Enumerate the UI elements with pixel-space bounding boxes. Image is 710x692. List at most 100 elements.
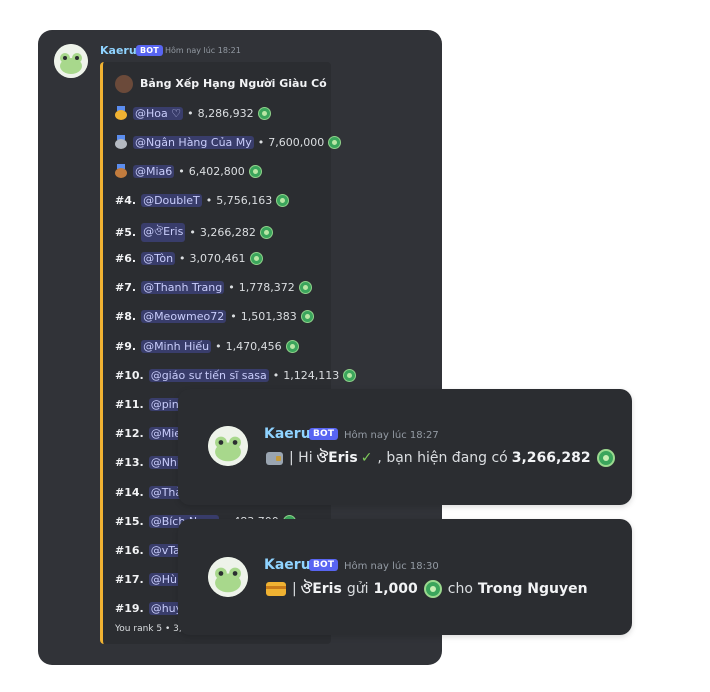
rank-number: #16. bbox=[115, 544, 144, 557]
rank-number: #9. bbox=[115, 339, 137, 353]
rank-number: #15. bbox=[115, 514, 144, 528]
bot-badge: BOT bbox=[309, 428, 339, 440]
separator: • bbox=[272, 368, 280, 382]
balance-amount: 1,501,383 bbox=[240, 310, 297, 324]
user-mention[interactable]: @Meowmeo72 bbox=[141, 310, 227, 324]
kaeru-avatar[interactable] bbox=[54, 44, 88, 78]
leaderboard-row: @Ngân Hàng Của My • 7,600,000 bbox=[115, 135, 342, 150]
rank-number: #5. bbox=[115, 225, 137, 239]
leaderboard-row: @Mia6 • 6,402,800 bbox=[115, 164, 262, 179]
balance-amount: 1,470,456 bbox=[225, 339, 282, 353]
leaderboard-row: #4. @DoubleT • 5,756,163 bbox=[115, 193, 290, 207]
silver-medal-icon bbox=[115, 135, 127, 150]
separator: • bbox=[189, 225, 196, 239]
timestamp: Hôm nay lúc 18:30 bbox=[344, 561, 439, 572]
bot-badge: BOT bbox=[136, 45, 163, 56]
balance-amount: 1,124,113 bbox=[283, 368, 340, 382]
separator: • bbox=[178, 164, 185, 178]
embed-title: Bảng Xếp Hạng Người Giàu Có bbox=[140, 77, 327, 90]
kaeru-avatar[interactable] bbox=[208, 426, 248, 466]
separator: • bbox=[215, 339, 222, 353]
leaderboard-row: #9. @Minh Hiếu • 1,470,456 bbox=[115, 339, 299, 353]
balance-amount: 5,756,163 bbox=[216, 193, 273, 207]
balance-amount: 3,266,282 bbox=[511, 450, 591, 466]
user-mention[interactable]: @Ngân Hàng Của My bbox=[133, 135, 254, 149]
rank-number: #14. bbox=[115, 485, 144, 499]
user-mention[interactable]: @ঔEris bbox=[141, 222, 186, 242]
coin-icon bbox=[285, 339, 299, 353]
kaeru-avatar[interactable] bbox=[208, 557, 248, 597]
balance-text: | Hi ঔEris ✓ , bạn hiện đang có 3,266,28… bbox=[266, 446, 615, 470]
wallet-icon bbox=[266, 451, 283, 465]
rank-number: #10. bbox=[115, 368, 144, 382]
coin-icon bbox=[298, 281, 312, 295]
message-prefix: | bbox=[292, 581, 297, 597]
coin-icon bbox=[248, 164, 262, 178]
user-mention[interactable]: @Tòn bbox=[141, 252, 176, 265]
coin-icon bbox=[257, 106, 271, 120]
transfer-text: | ঔEris gửi 1,000 cho Trong Nguyen bbox=[266, 577, 588, 601]
rank-number: #19. bbox=[115, 602, 144, 616]
coin-icon bbox=[276, 193, 290, 207]
balance-message: Kaeru BOT Hôm nay lúc 18:27 | Hi ঔEris ✓… bbox=[178, 389, 632, 505]
frog-icon bbox=[54, 44, 88, 78]
coin-icon bbox=[423, 580, 442, 598]
user-mention[interactable]: @Mia6 bbox=[133, 164, 175, 178]
rank-number: #8. bbox=[115, 310, 137, 324]
balance-amount: 3,266,282 bbox=[199, 225, 256, 239]
leaderboard-row: #7. @Thanh Trang • 1,778,372 bbox=[115, 281, 312, 295]
separator: • bbox=[228, 281, 235, 295]
user-mention[interactable]: @DoubleT bbox=[141, 193, 202, 207]
gold-medal-icon bbox=[115, 106, 127, 120]
user-name: ঔEris bbox=[316, 450, 358, 466]
user-mention[interactable]: @Minh Hiếu bbox=[141, 339, 212, 353]
separator: • bbox=[230, 310, 237, 324]
frog-icon bbox=[208, 557, 248, 597]
coin-icon bbox=[259, 225, 273, 239]
leaderboard-row: #6. @Tòn • 3,070,461 bbox=[115, 252, 263, 265]
timestamp: Hôm nay lúc 18:27 bbox=[344, 430, 439, 441]
user-mention[interactable]: @Thanh Trang bbox=[141, 281, 225, 295]
rank-number: #17. bbox=[115, 573, 144, 587]
sender-name: ঔEris bbox=[300, 581, 342, 597]
coin-icon bbox=[343, 368, 357, 382]
leaderboard-row: #10. @giáo sư tiến sĩ sasa • 1,124,113 bbox=[115, 368, 357, 382]
bot-badge: BOT bbox=[309, 559, 339, 571]
credit-card-icon bbox=[266, 582, 286, 596]
embed-author-icon bbox=[115, 75, 133, 93]
user-mention[interactable]: @Hoa ♡ bbox=[133, 106, 184, 120]
timestamp: Hôm nay lúc 18:21 bbox=[165, 46, 241, 55]
coin-icon bbox=[328, 135, 342, 149]
leaderboard-row: #5. @ঔEris • 3,266,282 bbox=[115, 222, 273, 242]
leaderboard-row: @Hoa ♡ • 8,286,932 bbox=[115, 106, 271, 120]
transfer-message: Kaeru BOT Hôm nay lúc 18:30 | ঔEris gửi … bbox=[178, 519, 632, 635]
rank-number: #4. bbox=[115, 193, 137, 207]
separator: • bbox=[187, 106, 194, 120]
separator: • bbox=[257, 135, 265, 149]
author-name[interactable]: Kaeru bbox=[264, 557, 311, 573]
rank-number: #6. bbox=[115, 252, 137, 265]
author-name[interactable]: Kaeru bbox=[100, 44, 137, 57]
balance-amount: 8,286,932 bbox=[197, 106, 254, 120]
author-name[interactable]: Kaeru bbox=[264, 426, 311, 442]
rank-number: #12. bbox=[115, 427, 144, 441]
coin-icon bbox=[596, 449, 615, 467]
frog-icon bbox=[208, 426, 248, 466]
transfer-amount: 1,000 bbox=[373, 581, 418, 597]
coin-icon bbox=[300, 310, 314, 324]
user-mention[interactable]: @giáo sư tiến sĩ sasa bbox=[148, 368, 269, 382]
receiver-name: Trong Nguyen bbox=[477, 581, 588, 597]
message-prefix: | Hi bbox=[289, 450, 313, 466]
rank-number: #13. bbox=[115, 456, 144, 470]
balance-amount: 6,402,800 bbox=[188, 164, 245, 178]
message-body: , bạn hiện đang có bbox=[377, 450, 508, 466]
verb-text: gửi bbox=[346, 581, 369, 597]
separator: • bbox=[179, 252, 186, 265]
checkmark-icon: ✓ bbox=[360, 450, 373, 466]
rank-number: #7. bbox=[115, 281, 137, 295]
coin-icon bbox=[249, 252, 263, 265]
rank-number: #11. bbox=[115, 398, 144, 411]
leaderboard-row: #8. @Meowmeo72 • 1,501,383 bbox=[115, 310, 314, 324]
separator: • bbox=[205, 193, 213, 207]
to-text: cho bbox=[447, 581, 473, 597]
